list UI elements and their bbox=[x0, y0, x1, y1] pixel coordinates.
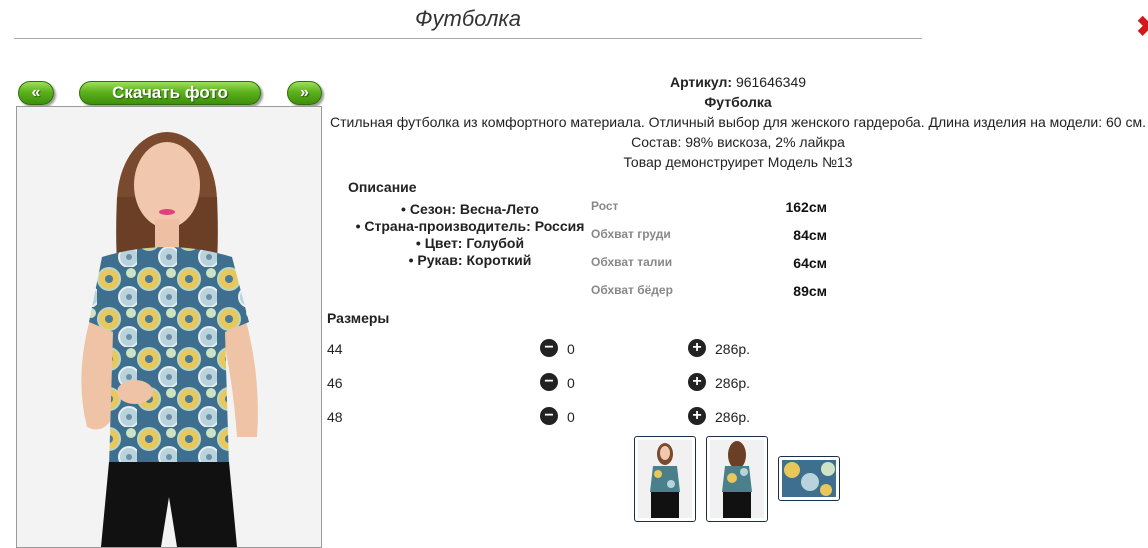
measurement-row: Обхват груди 84см bbox=[591, 225, 831, 253]
price-value: 286р. bbox=[715, 375, 751, 391]
sku-value: 961646349 bbox=[735, 74, 807, 90]
detail-item: Страна-производитель: Россия bbox=[340, 218, 600, 235]
minus-icon[interactable]: − bbox=[540, 339, 558, 357]
details-title: Описание bbox=[348, 179, 417, 195]
model-line: Товар демонструирет Модель №13 bbox=[623, 154, 853, 170]
measurement-label: Рост bbox=[591, 199, 619, 213]
detail-item: Сезон: Весна-Лето bbox=[340, 201, 600, 218]
thumbnail-front[interactable] bbox=[634, 436, 696, 522]
plus-icon[interactable]: + bbox=[688, 407, 706, 425]
close-icon[interactable]: ✖ bbox=[1136, 12, 1148, 42]
price-value: 286р. bbox=[715, 341, 751, 357]
product-name: Футболка bbox=[704, 94, 772, 110]
measurement-value: 64см bbox=[793, 255, 827, 271]
measurement-value: 162см bbox=[785, 199, 827, 215]
measurement-value: 84см bbox=[793, 227, 827, 243]
measurements-table: Рост 162см Обхват груди 84см Обхват тали… bbox=[591, 197, 831, 309]
size-value: 48 bbox=[327, 409, 343, 425]
measurement-label: Обхват груди bbox=[591, 227, 671, 241]
plus-icon[interactable]: + bbox=[688, 339, 706, 357]
details-list: Сезон: Весна-Лето Страна-производитель: … bbox=[340, 201, 600, 269]
next-photo-button[interactable]: » bbox=[287, 81, 322, 105]
size-value: 46 bbox=[327, 375, 343, 391]
thumbnail-image bbox=[782, 460, 836, 497]
measurement-row: Обхват талии 64см bbox=[591, 253, 831, 281]
measurement-label: Обхват талии bbox=[591, 255, 673, 269]
sizes-title: Размеры bbox=[327, 310, 390, 326]
prev-photo-button[interactable]: « bbox=[18, 81, 54, 105]
thumbnail-back[interactable] bbox=[706, 436, 768, 522]
quantity-value: 0 bbox=[567, 409, 575, 425]
size-row: 44 − 0 + 286р. bbox=[327, 339, 767, 361]
quantity-value: 0 bbox=[567, 375, 575, 391]
thumbnail-image bbox=[638, 440, 692, 518]
detail-item: Рукав: Короткий bbox=[340, 252, 600, 269]
minus-icon[interactable]: − bbox=[540, 407, 558, 425]
product-info: Артикул: 961646349 Футболка Стильная фут… bbox=[330, 72, 1146, 172]
page-title: Футболка bbox=[14, 6, 922, 39]
sku-line: Артикул: 961646349 bbox=[330, 72, 1146, 92]
size-row: 46 − 0 + 286р. bbox=[327, 373, 767, 395]
measurement-row: Обхват бёдер 89см bbox=[591, 281, 831, 309]
measurement-value: 89см bbox=[793, 283, 827, 299]
size-row: 48 − 0 + 286р. bbox=[327, 407, 767, 429]
minus-icon[interactable]: − bbox=[540, 373, 558, 391]
measurement-row: Рост 162см bbox=[591, 197, 831, 225]
download-photo-button[interactable]: Скачать фото bbox=[79, 81, 261, 105]
thumbnail-fabric[interactable] bbox=[778, 456, 840, 501]
price-value: 286р. bbox=[715, 409, 751, 425]
product-description: Стильная футболка из комфортного материа… bbox=[330, 114, 1146, 150]
quantity-value: 0 bbox=[567, 341, 575, 357]
plus-icon[interactable]: + bbox=[688, 373, 706, 391]
model-photo-image bbox=[17, 107, 321, 547]
product-photo bbox=[16, 106, 322, 548]
thumbnail-image bbox=[710, 440, 764, 518]
detail-item: Цвет: Голубой bbox=[340, 235, 600, 252]
sku-label: Артикул: bbox=[669, 74, 733, 90]
measurement-label: Обхват бёдер bbox=[591, 283, 673, 297]
size-value: 44 bbox=[327, 341, 343, 357]
